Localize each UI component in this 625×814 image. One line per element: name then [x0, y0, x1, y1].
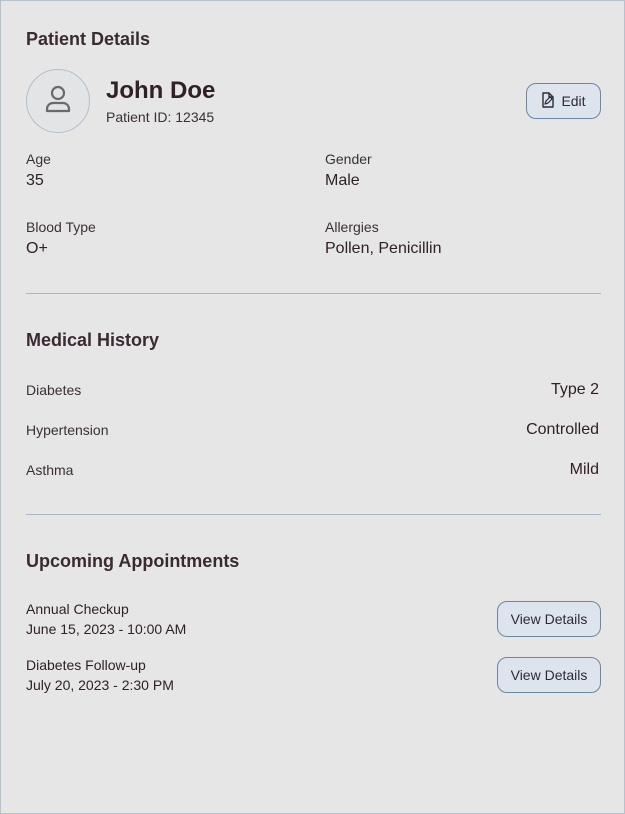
blood-type-label: Blood Type: [26, 219, 96, 235]
appointments-heading: Upcoming Appointments: [26, 551, 240, 571]
history-label-hypertension: Hypertension: [26, 422, 109, 438]
appointment-title: Annual Checkup: [26, 601, 129, 617]
avatar: [26, 69, 90, 133]
patient-details-heading: Patient Details: [26, 29, 151, 49]
patient-name: John Doe: [106, 77, 216, 104]
blood-type-value: O+: [26, 240, 48, 257]
edit-button[interactable]: Edit: [526, 83, 601, 119]
gender-label: Gender: [325, 151, 372, 167]
appointment-title: Diabetes Follow-up: [26, 657, 146, 673]
view-details-button[interactable]: View Details: [497, 657, 601, 693]
gender-value: Male: [325, 172, 360, 189]
allergies-value: Pollen, Penicillin: [325, 240, 442, 257]
divider: [26, 293, 601, 294]
appointment-datetime: July 20, 2023 - 2:30 PM: [26, 677, 174, 693]
history-label-asthma: Asthma: [26, 462, 74, 478]
age-label: Age: [26, 151, 51, 167]
view-details-button[interactable]: View Details: [497, 601, 601, 637]
user-icon: [43, 83, 73, 120]
edit-button-label: Edit: [561, 93, 586, 109]
history-value-hypertension: Controlled: [526, 421, 599, 438]
history-value-diabetes: Type 2: [550, 381, 599, 398]
medical-history-heading: Medical History: [26, 330, 160, 350]
history-label-diabetes: Diabetes: [26, 382, 82, 398]
appointment-datetime: June 15, 2023 - 10:00 AM: [26, 621, 187, 637]
history-value-asthma: Mild: [569, 461, 599, 478]
edit-document-icon: [541, 91, 555, 111]
patient-id: Patient ID: 12345: [106, 109, 215, 125]
allergies-label: Allergies: [325, 219, 379, 235]
divider: [26, 514, 601, 515]
age-value: 35: [26, 172, 44, 189]
patient-card: Patient Details John Doe Patient ID: 123…: [0, 0, 625, 814]
